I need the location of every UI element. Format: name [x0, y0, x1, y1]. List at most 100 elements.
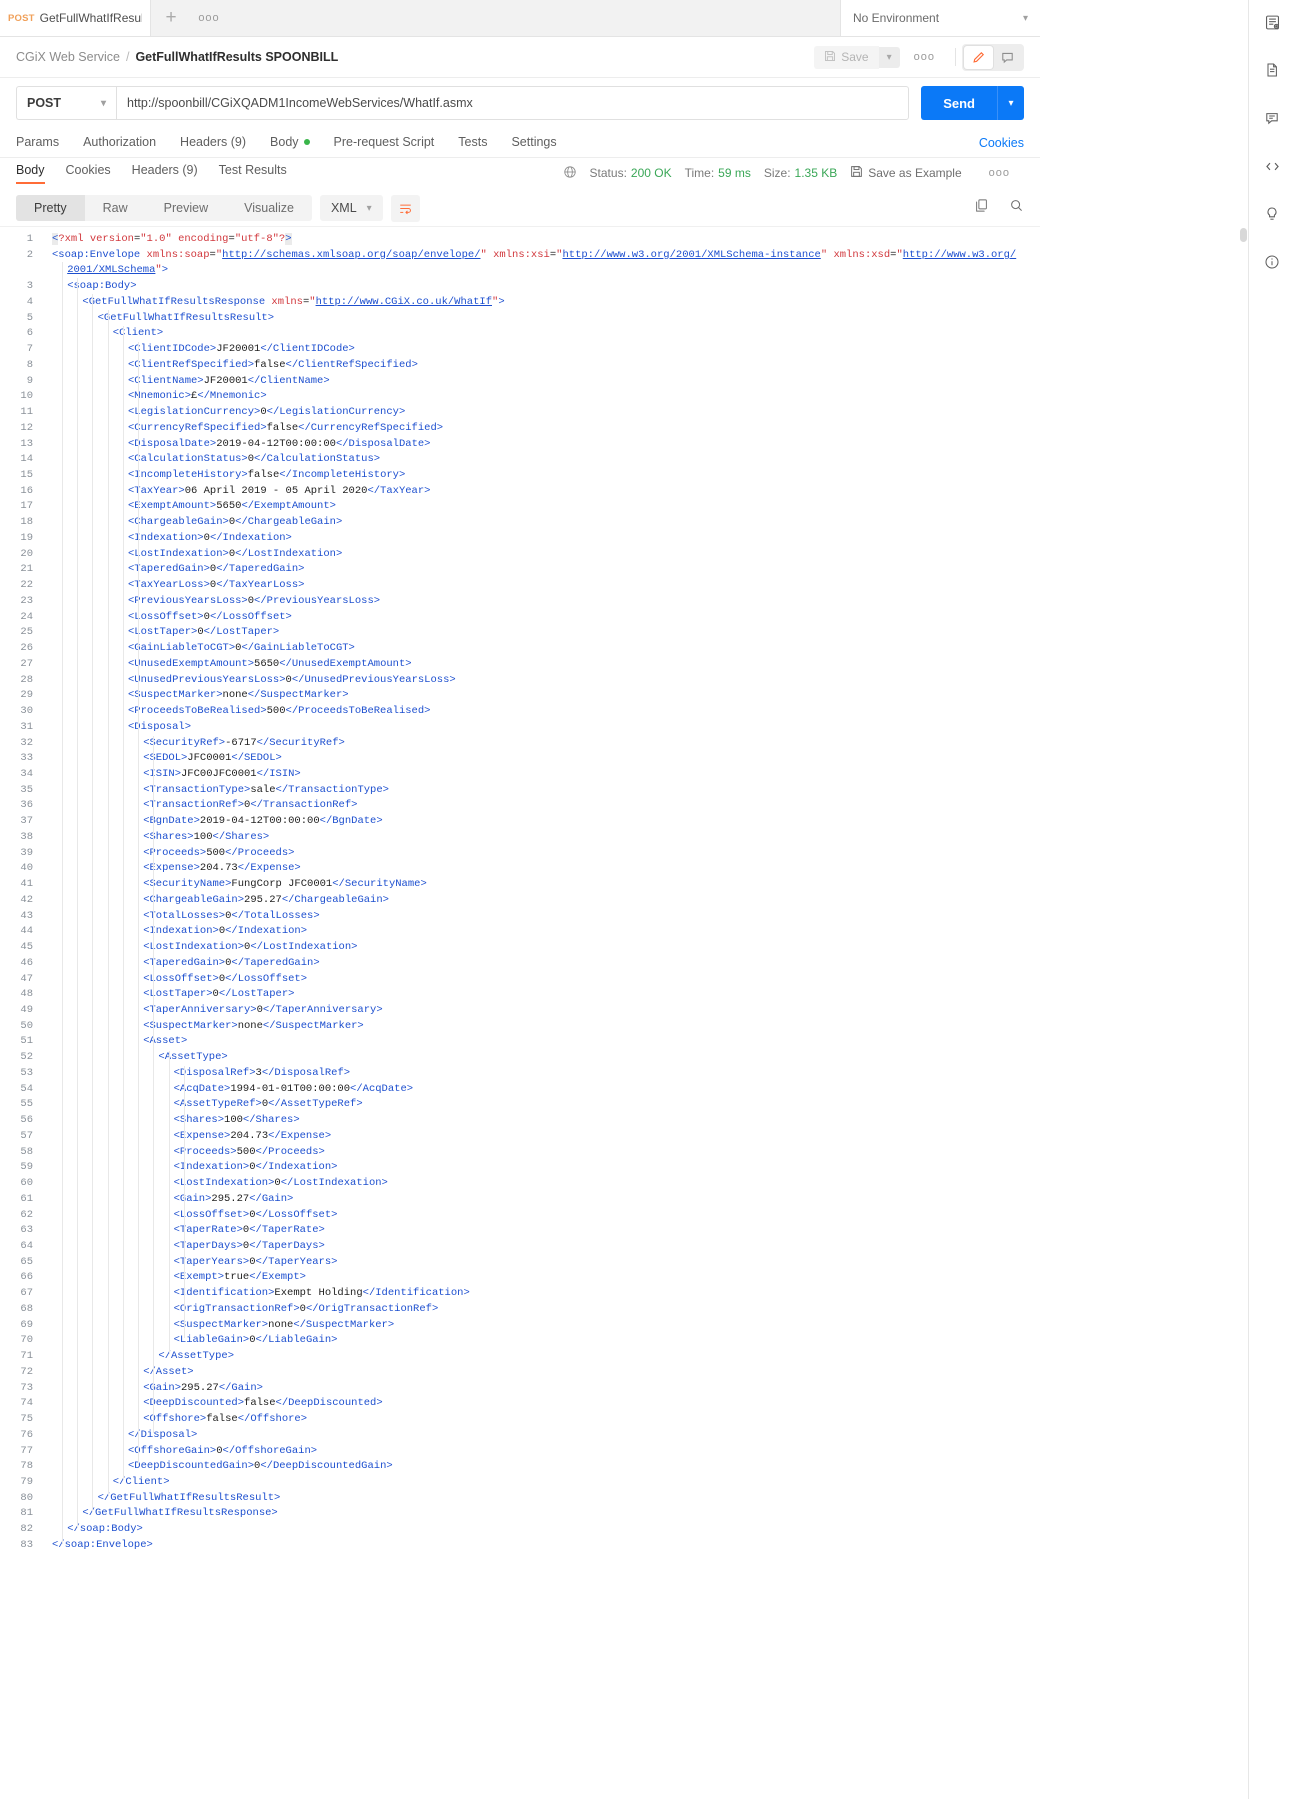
breadcrumb-parent[interactable]: CGiX Web Service: [16, 50, 120, 64]
code-line-content: <DeepDiscountedGain>0</DeepDiscountedGai…: [128, 1460, 393, 1473]
tab-pre-request-script[interactable]: Pre-request Script: [334, 135, 435, 151]
code-line-content: <Gain>295.27</Gain>: [143, 1381, 263, 1394]
floppy-icon: [850, 165, 863, 181]
line-number: 48: [20, 988, 33, 1001]
code-scrollbar[interactable]: [1240, 228, 1247, 242]
code-line-content: <ExemptAmount>5650</ExemptAmount>: [128, 500, 336, 513]
code-line-content: <DisposalDate>2019-04-12T00:00:00</Dispo…: [128, 437, 431, 450]
code-line: 66 <Exempt>true</Exempt>: [0, 1270, 1040, 1286]
code-line-content: <CalculationStatus>0</CalculationStatus>: [128, 453, 381, 466]
code-line-content: <TransactionType>sale</TransactionType>: [143, 783, 389, 796]
code-line-content: <?xml version="1.0" encoding="utf-8"?>: [52, 233, 292, 245]
wrap-lines-icon[interactable]: [390, 194, 420, 222]
search-icon[interactable]: [1009, 198, 1024, 218]
code-line: 52 <AssetType>: [0, 1050, 1040, 1066]
request-more-actions-icon[interactable]: ooo: [900, 51, 949, 63]
code-line: 24 <LossOffset>0</LossOffset>: [0, 610, 1040, 626]
cookies-link[interactable]: Cookies: [979, 136, 1024, 150]
code-line-content: <SecurityRef>-6717</SecurityRef>: [143, 736, 345, 749]
save-as-example-label: Save as Example: [868, 166, 962, 180]
http-method-select[interactable]: POST ▾: [16, 86, 116, 120]
code-line: 65 <TaperYears>0</TaperYears>: [0, 1255, 1040, 1271]
send-dropdown-caret-icon[interactable]: ▾: [997, 86, 1024, 120]
code-line-content: <TaxYearLoss>0</TaxYearLoss>: [128, 579, 305, 592]
save-as-example-button[interactable]: Save as Example: [850, 165, 962, 181]
code-line: 14 <CalculationStatus>0</CalculationStatu…: [0, 452, 1040, 468]
tab-options-ellipsis-icon[interactable]: ooo: [191, 0, 227, 36]
response-tab-cookies[interactable]: Cookies: [66, 163, 111, 184]
code-line: 3 <soap:Body>: [0, 279, 1040, 295]
line-number: 31: [20, 720, 33, 733]
view-mode-pretty[interactable]: Pretty: [16, 195, 85, 221]
view-mode-preview[interactable]: Preview: [146, 195, 226, 221]
line-number: 1: [26, 233, 33, 245]
code-line: 77 <OffshoreGain>0</OffshoreGain>: [0, 1444, 1040, 1460]
breadcrumb-row: CGiX Web Service / GetFullWhatIfResults …: [0, 37, 1040, 78]
new-tab-plus-icon[interactable]: +: [151, 0, 191, 36]
mock-bulb-icon[interactable]: [1259, 201, 1285, 227]
copy-icon[interactable]: [974, 198, 989, 218]
code-line: 61 <Gain>295.27</Gain>: [0, 1192, 1040, 1208]
code-line-content: <UnusedPreviousYearsLoss>0</UnusedPrevio…: [128, 673, 456, 686]
code-line: 46 <TaperedGain>0</TaperedGain>: [0, 956, 1040, 972]
code-line: 64 <TaperDays>0</TaperDays>: [0, 1239, 1040, 1255]
line-number: 65: [20, 1255, 33, 1268]
send-button[interactable]: Send: [921, 86, 997, 120]
code-line: 8 <ClientRefSpecified>false</ClientRefSpe…: [0, 358, 1040, 374]
time-key: Time:: [684, 166, 715, 180]
comments-icon[interactable]: [1259, 105, 1285, 131]
tab-headers[interactable]: Headers (9): [180, 135, 246, 151]
view-mode-raw[interactable]: Raw: [85, 195, 146, 221]
response-tab-body[interactable]: Body: [16, 163, 45, 184]
response-tab-headers[interactable]: Headers (9): [132, 163, 198, 184]
line-number: 3: [26, 280, 33, 293]
env-quick-look-icon[interactable]: [1259, 9, 1285, 35]
line-number: 50: [20, 1019, 33, 1032]
comment-icon[interactable]: [993, 46, 1022, 69]
code-line: 26 <GainLiableToCGT>0</GainLiableToCGT>: [0, 641, 1040, 657]
request-tab-active[interactable]: POST GetFullWhatIfResults SP: [0, 0, 151, 36]
code-snippet-icon[interactable]: [1259, 153, 1285, 179]
response-format-select[interactable]: XML ▾: [319, 195, 383, 221]
save-button-label: Save: [841, 50, 869, 64]
code-line: 54 <AcqDate>1994-01-01T00:00:00</AcqDate>: [0, 1082, 1040, 1098]
response-tab-test-results[interactable]: Test Results: [219, 163, 287, 184]
line-number: 68: [20, 1302, 33, 1315]
code-line: 22 <TaxYearLoss>0</TaxYearLoss>: [0, 578, 1040, 594]
tab-tests[interactable]: Tests: [458, 135, 487, 151]
code-line-content: <SEDOL>JFC0001</SEDOL>: [143, 752, 282, 765]
info-circle-icon[interactable]: [1259, 249, 1285, 275]
line-number: 17: [20, 500, 33, 513]
response-more-actions-icon[interactable]: ooo: [975, 167, 1024, 179]
code-line: 11 <LegislationCurrency>0</LegislationCur…: [0, 405, 1040, 421]
code-line-content: <Proceeds>500</Proceeds>: [173, 1145, 325, 1158]
code-line: 40 <Expense>204.73</Expense>: [0, 861, 1040, 877]
code-line: 73 <Gain>295.27</Gain>: [0, 1381, 1040, 1397]
breadcrumb-actions: Save ▾ ooo: [814, 43, 1024, 71]
tab-params[interactable]: Params: [16, 135, 59, 151]
environment-label: No Environment: [853, 11, 940, 25]
save-dropdown-caret-icon[interactable]: ▾: [878, 46, 900, 68]
documentation-icon[interactable]: [1259, 57, 1285, 83]
tab-settings[interactable]: Settings: [511, 135, 556, 151]
pencil-icon[interactable]: [964, 45, 993, 69]
code-line: 72 </Asset>: [0, 1365, 1040, 1381]
code-line-content: <TaperAnniversary>0</TaperAnniversary>: [143, 1003, 383, 1016]
tab-body[interactable]: Body: [270, 135, 310, 151]
request-url-input[interactable]: http://spoonbill/CGiXQADM1IncomeWebServi…: [116, 86, 910, 120]
environment-selector[interactable]: No Environment ▾: [840, 0, 1040, 37]
line-number: 23: [20, 594, 33, 607]
code-line-content: <Shares>100</Shares>: [143, 830, 270, 843]
line-number: 42: [20, 893, 33, 906]
line-number: 69: [20, 1318, 33, 1331]
response-body-code-viewer[interactable]: 1 <?xml version="1.0" encoding="utf-8"?> 2…: [0, 226, 1040, 1799]
line-number: 22: [20, 579, 33, 592]
save-button[interactable]: Save: [814, 45, 879, 69]
line-number: 10: [20, 390, 33, 403]
tab-authorization[interactable]: Authorization: [83, 135, 156, 151]
line-number: 18: [20, 516, 33, 529]
code-line-content: <TaperRate>0</TaperRate>: [173, 1224, 325, 1237]
code-line: 27 <UnusedExemptAmount>5650</UnusedExempt…: [0, 657, 1040, 673]
view-mode-visualize[interactable]: Visualize: [226, 195, 312, 221]
line-number: 78: [20, 1460, 33, 1473]
